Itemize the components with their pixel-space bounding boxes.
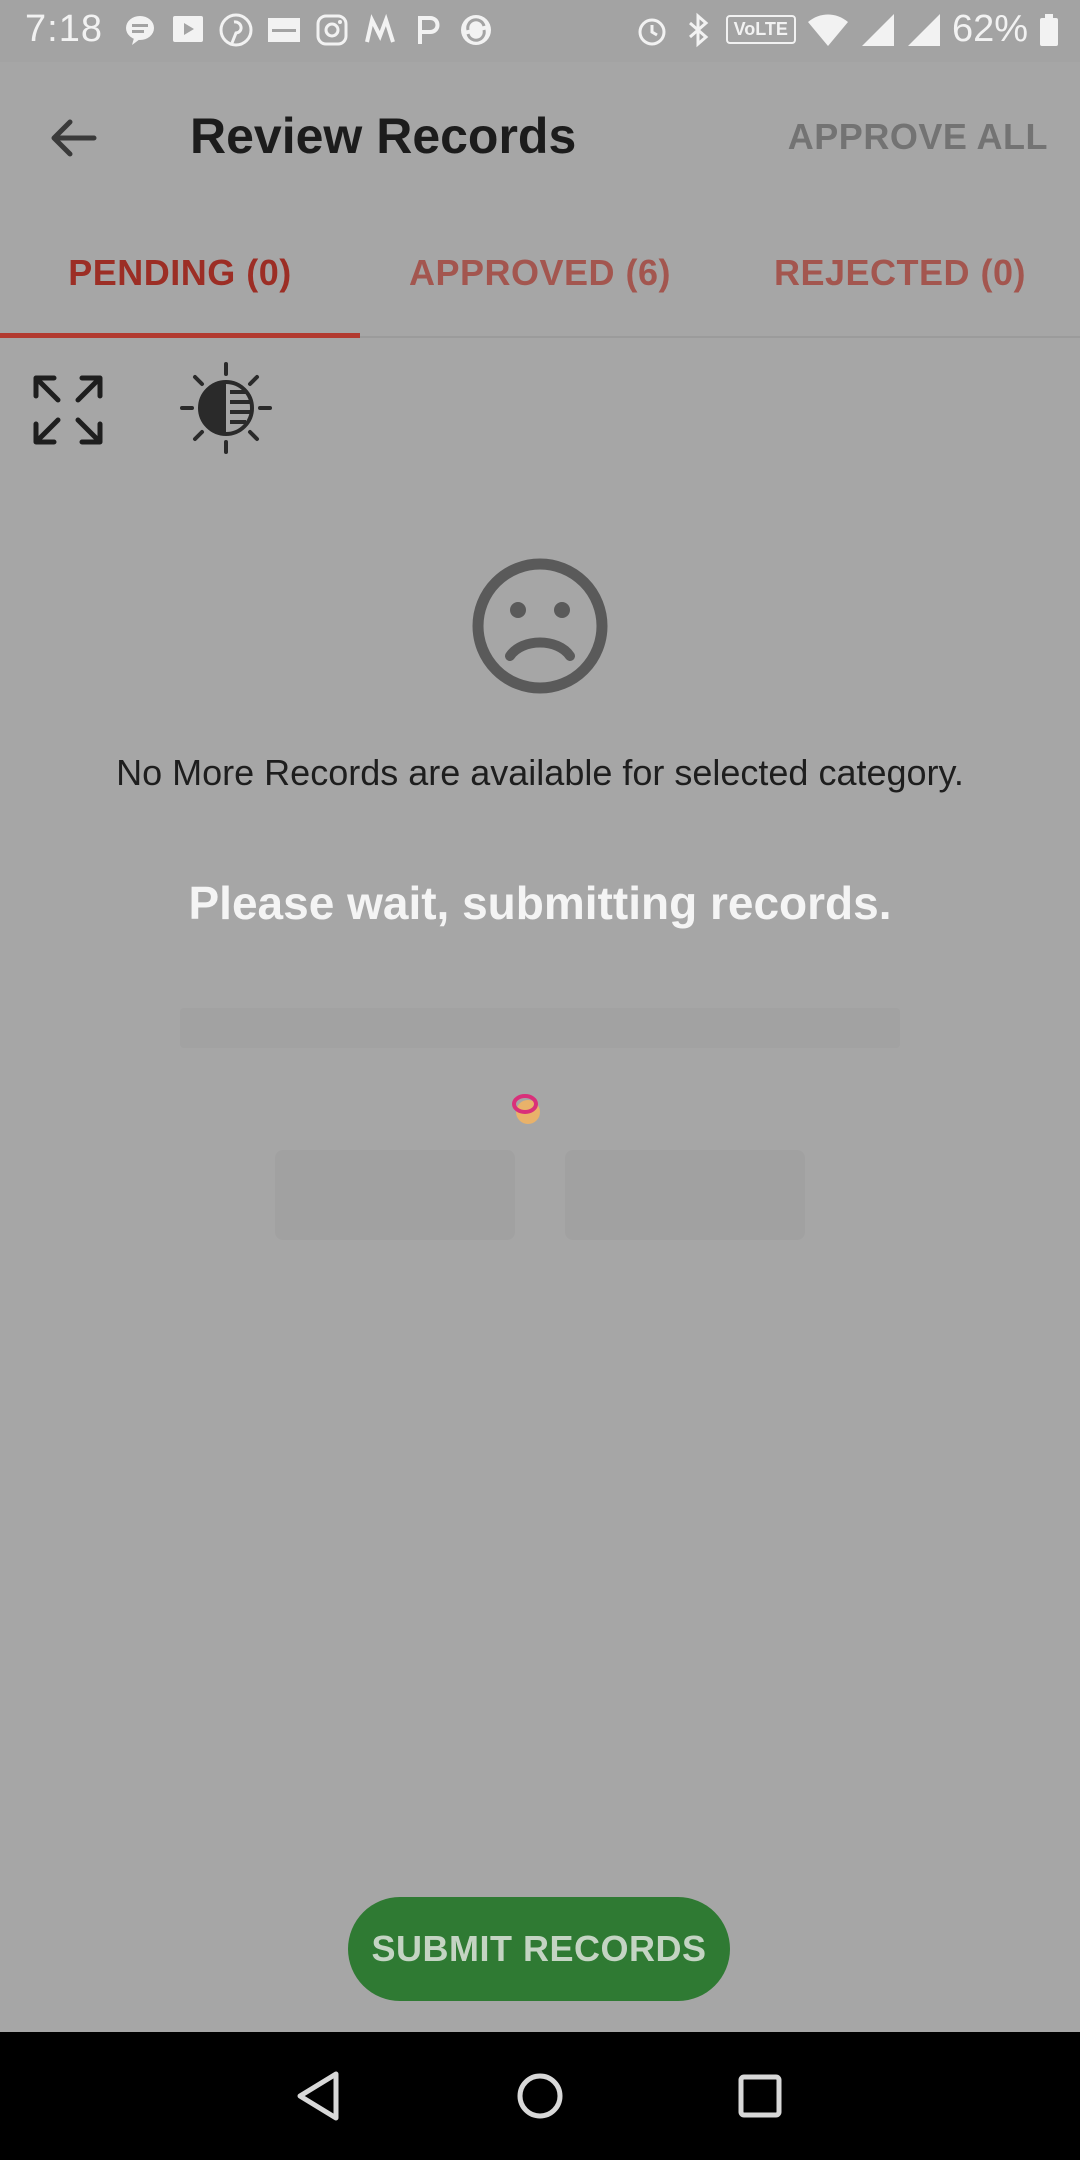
- tv-icon: [173, 16, 203, 42]
- tab-label: APPROVED (6): [408, 252, 672, 293]
- back-arrow-icon[interactable]: [40, 104, 108, 172]
- status-time: 7:18: [25, 8, 103, 50]
- loading-spinner-icon: [512, 1094, 540, 1124]
- nav-back-icon[interactable]: [290, 2066, 350, 2126]
- brightness-contrast-icon[interactable]: [180, 362, 272, 454]
- notification-icons: [122, 12, 494, 48]
- sad-face-icon: [472, 558, 608, 694]
- nav-home-icon[interactable]: [510, 2066, 570, 2126]
- tab-label: REJECTED (0): [773, 252, 1027, 293]
- status-bar: 7:18 VoLTE 62%: [0, 0, 1080, 62]
- p-app-icon: [418, 16, 440, 44]
- expand-icon[interactable]: [32, 374, 104, 446]
- wifi-icon: [807, 14, 848, 46]
- system-icons: VoLTE 62%: [634, 8, 1060, 51]
- instagram-icon: [316, 14, 348, 46]
- signal-icon: [861, 13, 894, 46]
- ghost-dialog-button: [275, 1150, 515, 1240]
- ghost-dialog-text: [180, 1008, 900, 1048]
- alarm-icon: [638, 18, 666, 45]
- m-app-icon: [365, 13, 395, 43]
- signal-icon: [907, 13, 940, 46]
- battery-percent: 62%: [951, 8, 1028, 50]
- navigation-bar: [0, 2032, 1080, 2160]
- zomato-icon: [268, 18, 300, 42]
- tab-approved[interactable]: APPROVED (6): [360, 212, 720, 336]
- nav-recent-apps-icon[interactable]: [730, 2066, 790, 2126]
- volte-icon: VoLTE: [725, 15, 796, 44]
- tab-bar: PENDING (0) APPROVED (6) REJECTED (0): [0, 212, 1080, 338]
- active-tab-indicator: [0, 333, 360, 338]
- chat-icon: [126, 16, 154, 45]
- bluetooth-icon: [688, 12, 708, 47]
- submitting-message: Please wait, submitting records.: [188, 877, 892, 929]
- pinterest-icon: [219, 13, 253, 47]
- tab-label: PENDING (0): [68, 252, 292, 293]
- tab-rejected[interactable]: REJECTED (0): [720, 212, 1080, 336]
- battery-icon: [1040, 13, 1058, 46]
- sync-app-icon: [461, 15, 491, 45]
- empty-state-message: No More Records are available for select…: [116, 752, 964, 793]
- submit-records-button[interactable]: SUBMIT RECORDS: [348, 1897, 730, 2001]
- ghost-dialog-button: [565, 1150, 805, 1240]
- app-bar: Review Records APPROVE ALL: [0, 62, 1080, 212]
- tab-pending[interactable]: PENDING (0): [0, 212, 360, 338]
- approve-all-button[interactable]: APPROVE ALL: [788, 116, 1048, 158]
- page-title: Review Records: [190, 108, 577, 164]
